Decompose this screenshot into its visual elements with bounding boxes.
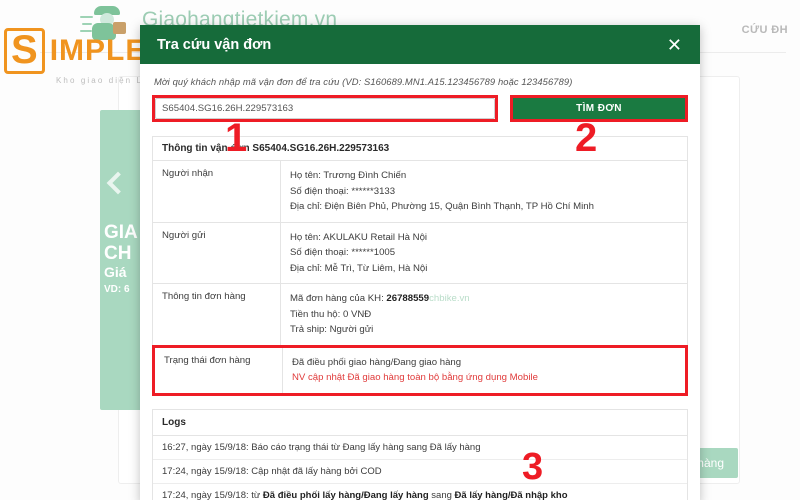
sender-label: Người gửi (153, 222, 281, 284)
order-code-line: Mã đơn hàng của KH: 26788559chbike.vn (290, 291, 470, 307)
receiver-phone: Số điện thoại: ******3133 (290, 185, 396, 197)
receiver-name: Họ tên: Trương Đình Chiến (290, 170, 407, 181)
receiver-value: Họ tên: Trương Đình Chiến Số điện thoại:… (281, 161, 603, 222)
sender-name: Họ tên: AKULAKU Retail Hà Nội (290, 231, 428, 243)
cod-amount: Tiền thu hộ: 0 VNĐ (290, 308, 372, 320)
table-row: Thông tin đơn hàng Mã đơn hàng của KH: 2… (153, 284, 687, 346)
screenshot-stage: Giaohangtietkiem.vn Mang niềm vui đến mọ… (0, 0, 800, 500)
annotation-step-3: 3 (522, 446, 544, 488)
receiver-address: Địa chỉ: Điện Biên Phủ, Phường 15, Quận … (290, 201, 594, 213)
find-button-highlight: TÌM ĐƠN (510, 95, 688, 122)
order-status-label: Trạng thái đơn hàng (155, 347, 283, 393)
order-code: 26788559 (386, 293, 430, 305)
annotation-step-1: 1 (225, 116, 248, 160)
annotation-step-2: 2 (575, 116, 598, 160)
modal-title: Tra cứu vận đơn (157, 36, 272, 53)
table-row: Người gửi Họ tên: AKULAKU Retail Hà Nội … (153, 222, 687, 285)
sender-value: Họ tên: AKULAKU Retail Hà Nội Số điện th… (281, 223, 436, 284)
modal-header: Tra cứu vận đơn ✕ (140, 25, 700, 64)
order-status-primary: Đã điều phối giao hàng/Đang giao hàng (292, 356, 462, 368)
sender-phone: Số điện thoại: ******1005 (290, 247, 396, 259)
ship-payer: Trả ship: Người gửi (290, 324, 374, 336)
watermark-letter: S (4, 28, 45, 74)
sender-address: Địa chỉ: Mễ Trì, Từ Liêm, Hà Nội (290, 262, 428, 274)
order-status-value: Đã điều phối giao hàng/Đang giao hàng NV… (283, 348, 547, 393)
logs-header: Logs (153, 410, 687, 436)
lookup-hint-text: Mời quý khách nhập mã vận đơn để tra cứu… (154, 76, 573, 87)
modal-body: Mời quý khách nhập mã vận đơn để tra cứu… (140, 64, 700, 500)
tracking-code-input[interactable] (155, 98, 495, 119)
order-shop-link[interactable]: chbike.vn (429, 293, 470, 304)
logs-table: Logs 16:27, ngày 15/9/18: Báo cáo trạng … (152, 408, 688, 500)
find-order-button[interactable]: TÌM ĐƠN (513, 98, 685, 119)
list-item: 17:24, ngày 15/9/18: Cập nhật đã lấy hàn… (153, 460, 687, 484)
table-row: Người nhận Họ tên: Trương Đình Chiến Số … (153, 161, 687, 223)
list-item: 17:24, ngày 15/9/18: từ Đã điều phối lấy… (153, 484, 687, 500)
list-item: 16:27, ngày 15/9/18: Báo cáo trạng thái … (153, 436, 687, 460)
order-code-prefix: Mã đơn hàng của KH: (290, 293, 387, 305)
tracking-lookup-modal: Tra cứu vận đơn ✕ Mời quý khách nhập mã … (140, 25, 700, 500)
search-input-highlight (152, 95, 498, 122)
shipment-info-table: Thông tin vận đơn S65404.SG16.26H.229573… (152, 136, 688, 396)
order-status-note: NV cập nhật Đã giao hàng toàn bộ bằng ứn… (292, 372, 538, 384)
background-tracuu-label: CỨU ĐH (741, 24, 788, 36)
close-icon[interactable]: ✕ (663, 34, 686, 56)
receiver-label: Người nhận (153, 161, 281, 222)
status-row-highlight: Trạng thái đơn hàng Đã điều phối giao hà… (152, 344, 688, 396)
order-info-label: Thông tin đơn hàng (153, 284, 281, 345)
order-info-value: Mã đơn hàng của KH: 26788559chbike.vn Ti… (281, 284, 479, 345)
